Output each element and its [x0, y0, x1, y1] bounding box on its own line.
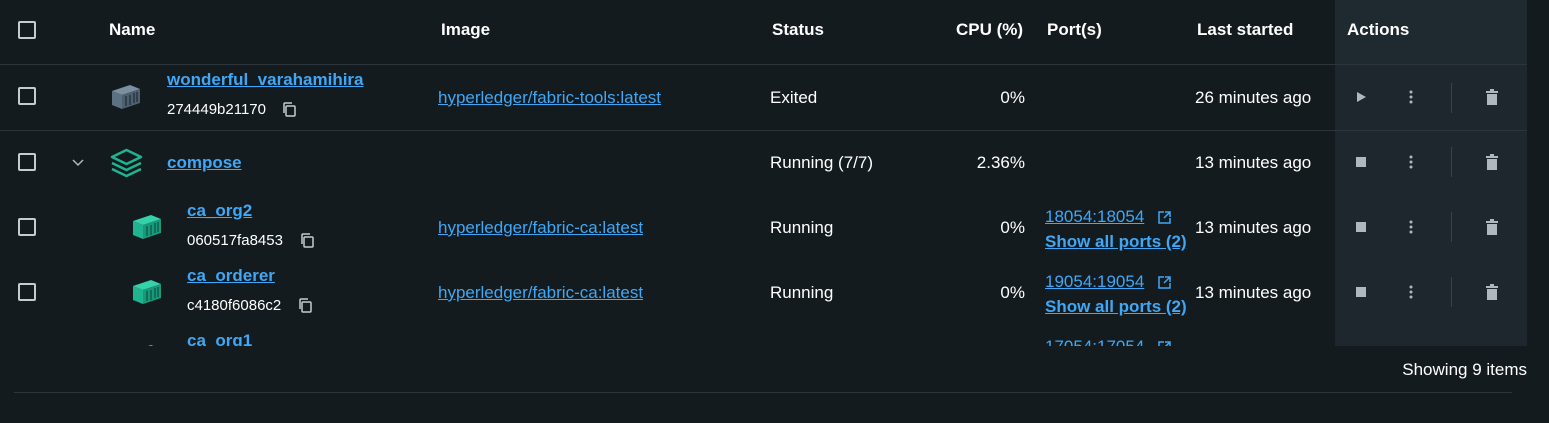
column-header-last-started[interactable]: Last started [1197, 20, 1293, 40]
delete-button[interactable] [1482, 152, 1502, 172]
containers-table: Name Image Status CPU (%) Port(s) Last s… [0, 0, 1527, 346]
container-icon [133, 280, 161, 304]
cpu-value: 0% [1000, 283, 1025, 302]
trash-icon [1486, 284, 1498, 300]
column-header-name[interactable]: Name [109, 20, 155, 40]
container-icon [133, 215, 161, 239]
container-name-link[interactable]: wonderful_varahamihira [167, 70, 364, 90]
column-header-ports[interactable]: Port(s) [1047, 20, 1102, 40]
port-link[interactable]: 18054:18054 [1045, 207, 1144, 227]
cpu-value: 0% [1000, 218, 1025, 237]
last-started: 13 minutes ago [1195, 153, 1312, 172]
compose-stack-icon [110, 148, 143, 178]
show-all-ports-link[interactable]: Show all ports (2) [1045, 297, 1187, 317]
image-link[interactable]: hyperledger/fabric-tools:latest [438, 88, 661, 108]
copy-icon[interactable] [282, 102, 296, 117]
table-row: ca_org2 060517fa8453 hyperledger/fabric-… [0, 195, 1527, 260]
copy-icon[interactable] [298, 298, 312, 313]
copy-icon[interactable] [300, 233, 314, 248]
more-options-button[interactable] [1401, 217, 1421, 237]
kebab-menu-icon [1409, 90, 1413, 104]
image-link[interactable]: hyperledger/fabric-ca:latest [438, 283, 643, 303]
container-icon [148, 345, 154, 346]
more-options-button[interactable] [1401, 152, 1421, 172]
table-header: Name Image Status CPU (%) Port(s) Last s… [0, 0, 1527, 65]
row-checkbox[interactable] [18, 153, 36, 171]
row-checkbox[interactable] [18, 87, 36, 105]
cpu-value: 0% [1000, 88, 1025, 107]
kebab-menu-icon [1409, 220, 1413, 234]
container-name-link[interactable]: ca_org1 [187, 331, 252, 346]
action-divider [1451, 147, 1452, 177]
table-row: ca_orderer c4180f6086c2 hyperledger/fabr… [0, 260, 1527, 325]
last-started: 13 minutes ago [1195, 283, 1312, 302]
external-link-icon[interactable] [1158, 276, 1171, 289]
external-link-icon[interactable] [1158, 341, 1171, 346]
play-icon [1357, 92, 1366, 102]
image-link[interactable]: hyperledger/fabric-ca:latest [438, 218, 643, 238]
stop-button[interactable] [1351, 152, 1371, 172]
status-text: Running [770, 218, 834, 237]
container-icon [112, 85, 140, 109]
container-name-link[interactable]: ca_orderer [187, 266, 275, 286]
more-options-button[interactable] [1401, 87, 1421, 107]
stop-button[interactable] [1351, 217, 1371, 237]
port-link[interactable]: 19054:19054 [1045, 272, 1144, 292]
column-header-actions: Actions [1347, 20, 1410, 39]
items-count: Showing 9 items [1402, 360, 1527, 379]
table-row: ca_org1 17054:17054 [0, 325, 1527, 346]
kebab-menu-icon [1409, 155, 1413, 169]
cpu-value: 2.36% [976, 153, 1025, 172]
status-text: Exited [770, 88, 818, 107]
compose-name-link[interactable]: compose [167, 153, 242, 173]
select-all-checkbox[interactable] [18, 21, 36, 39]
row-checkbox[interactable] [18, 283, 36, 301]
status-text: Running (7/7) [770, 153, 874, 172]
last-started: 26 minutes ago [1195, 88, 1312, 107]
container-id: c4180f6086c2 [187, 297, 282, 314]
trash-icon [1486, 154, 1498, 170]
action-divider [1451, 277, 1452, 307]
column-header-image[interactable]: Image [441, 20, 490, 40]
last-started: 13 minutes ago [1195, 218, 1312, 237]
stop-icon [1356, 287, 1366, 297]
show-all-ports-link[interactable]: Show all ports (2) [1045, 232, 1187, 252]
container-id: 060517fa8453 [187, 232, 283, 249]
kebab-menu-icon [1409, 285, 1413, 299]
delete-button[interactable] [1482, 282, 1502, 302]
container-id: 274449b21170 [167, 101, 266, 118]
action-divider [1451, 83, 1452, 113]
table-row-group: compose Running (7/7) 2.36% 13 minutes a… [0, 130, 1527, 195]
action-divider [1451, 212, 1452, 242]
footer-divider [14, 392, 1512, 393]
row-checkbox[interactable] [18, 218, 36, 236]
status-text: Running [770, 283, 834, 302]
stop-icon [1356, 157, 1366, 167]
chevron-down-icon[interactable] [72, 159, 84, 167]
table-row: wonderful_varahamihira 274449b21170 hype… [0, 65, 1527, 131]
start-button[interactable] [1351, 87, 1371, 107]
column-header-status[interactable]: Status [772, 20, 824, 40]
trash-icon [1486, 219, 1498, 235]
external-link-icon[interactable] [1158, 211, 1171, 224]
stop-icon [1356, 222, 1366, 232]
port-link[interactable]: 17054:17054 [1045, 337, 1144, 346]
more-options-button[interactable] [1401, 282, 1421, 302]
container-name-link[interactable]: ca_org2 [187, 201, 252, 221]
stop-button[interactable] [1351, 282, 1371, 302]
delete-button[interactable] [1482, 217, 1502, 237]
trash-icon [1486, 89, 1498, 105]
delete-button[interactable] [1482, 87, 1502, 107]
column-header-cpu[interactable]: CPU (%) [956, 20, 1023, 40]
